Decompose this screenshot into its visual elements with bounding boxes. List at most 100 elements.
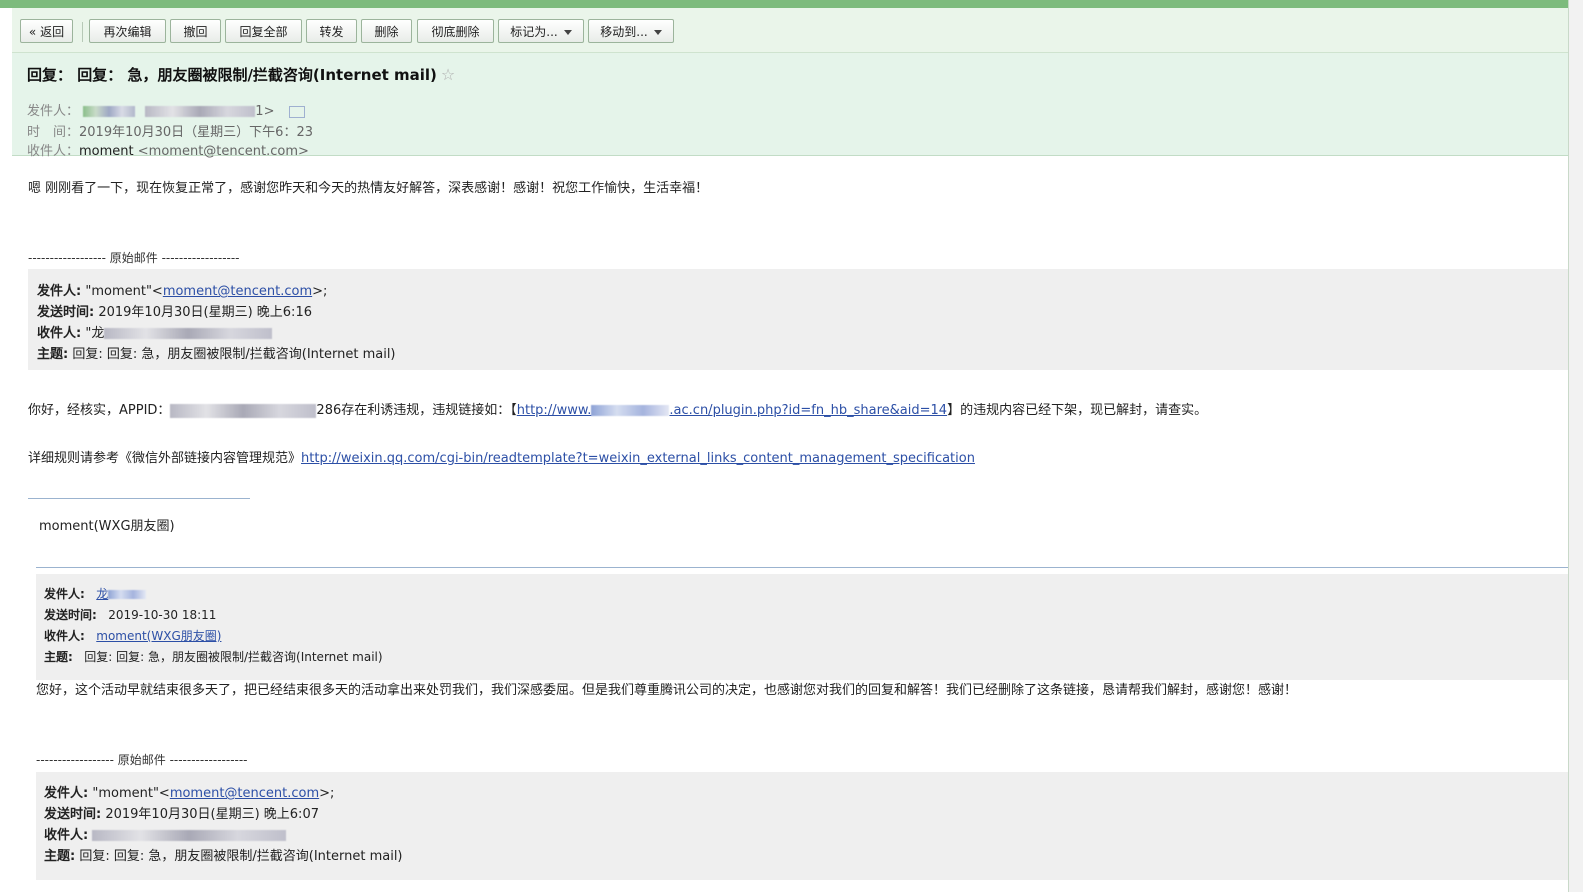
delete-button-label: 删除 [374, 25, 399, 39]
to-row: 收件人：moment <moment@tencent.com> [27, 140, 309, 159]
to-name[interactable]: moment [79, 144, 134, 159]
quote2-subject: 主题: 回复: 回复: 急，朋友圈被限制/拦截咨询(Internet mail) [44, 648, 383, 665]
quote3-sent-label: 发送时间: [44, 807, 102, 822]
quote3-from-name: "moment"< [92, 786, 170, 801]
mark-as-label: 标记为... [510, 25, 558, 39]
quote3-sent: 发送时间: 2019年10月30日(星期三) 晚上6:07 [44, 803, 319, 822]
redacted-recipient [104, 328, 273, 339]
quote3-sent-value: 2019年10月30日(星期三) 晚上6:07 [105, 807, 319, 822]
redacted-sender [108, 590, 147, 599]
quote2-to-link[interactable]: moment(WXG朋友圈) [96, 629, 221, 643]
back-button-label: « 返回 [28, 25, 65, 39]
quote1-subject-value: 回复: 回复: 急，朋友圈被限制/拦截咨询(Internet mail) [72, 347, 396, 362]
quote2-from: 发件人: 龙 [44, 585, 147, 602]
from-label: 发件人： [27, 104, 80, 119]
move-to-dropdown[interactable]: 移动到... [588, 19, 674, 43]
from-tail: 1> [255, 104, 275, 119]
chevron-down-icon [563, 30, 572, 35]
quote1-sent: 发送时间: 2019年10月30日(星期三) 晚上6:16 [37, 301, 312, 320]
delete-permanently-button-label: 彻底删除 [431, 25, 480, 39]
quote3-from: 发件人: "moment"<moment@tencent.com>; [44, 782, 334, 801]
redacted-sender-name [83, 106, 136, 117]
quote1-from-name: "moment"< [85, 284, 163, 299]
paragraph-complaint: 您好，这个活动早就结束很多天了，把已经结束很多天的活动拿出来处罚我们，我们深感委… [36, 683, 1298, 698]
chevron-down-icon [653, 30, 662, 35]
recall-button[interactable]: 撤回 [170, 19, 221, 43]
quote1-from-label: 发件人: [37, 284, 82, 299]
redacted-appid [170, 403, 317, 418]
reply-all-button[interactable]: 回复全部 [225, 19, 302, 43]
violation-link-part-b: .ac.cn/plugin.php?id=fn_hb_share&aid=14 [669, 403, 948, 418]
mail-subject: 回复： 回复： 急，朋友圈被限制/拦截咨询(Internet mail) ☆ [27, 64, 455, 85]
quote1-to-prefix: "龙 [85, 326, 105, 341]
quote1-from-email-link[interactable]: moment@tencent.com [163, 284, 312, 299]
quote3-from-email-link[interactable]: moment@tencent.com [170, 786, 319, 801]
quote3-subject: 主题: 回复: 回复: 急，朋友圈被限制/拦截咨询(Internet mail) [44, 845, 403, 864]
redacted-sender-address [145, 106, 256, 117]
time-label: 时 间： [27, 125, 80, 140]
violation-link[interactable]: http://www. .ac.cn/plugin.php?id=fn_hb_sh… [517, 403, 947, 418]
reedit-button-label: 再次编辑 [103, 25, 152, 39]
from-row: 发件人： 1> [27, 100, 305, 119]
quoted-header-3: 发件人: "moment"<moment@tencent.com>; 发送时间:… [36, 772, 1568, 880]
quote1-subject: 主题: 回复: 回复: 急，朋友圈被限制/拦截咨询(Internet mail) [37, 343, 396, 362]
recall-button-label: 撤回 [183, 25, 208, 39]
forward-button[interactable]: 转发 [306, 19, 357, 43]
paragraph-violation: 你好，经核实，APPID： 286存在利诱违规，违规链接如：【http://www… [28, 399, 1207, 418]
quote2-from-link-text: 龙 [96, 587, 109, 601]
window-top-border [0, 0, 1583, 8]
p2-prefix: 详细规则请参考《微信外部链接内容管理规范》 [28, 451, 302, 466]
delete-button[interactable]: 删除 [361, 19, 412, 43]
quote1-to: 收件人: "龙 [37, 322, 273, 341]
reply-text: 嗯 刚刚看了一下，现在恢复正常了，感谢您昨天和今天的热情友好解答，深表感谢！感谢… [28, 181, 709, 196]
delete-permanently-button[interactable]: 彻底删除 [417, 19, 494, 43]
original-mail-separator-2: ------------------ 原始邮件 ----------------… [36, 753, 248, 767]
to-address: <moment@tencent.com> [137, 144, 309, 159]
quote2-from-label: 发件人: [44, 587, 85, 601]
time-row: 时 间：2019年10月30日（星期三）下午6：23 [27, 121, 313, 140]
quoted-header-2: 发件人: 龙 发送时间: 2019-10-30 18:11 收件人: momen… [36, 574, 1568, 680]
quote1-sent-label: 发送时间: [37, 305, 95, 320]
quote1-subject-label: 主题: [37, 347, 69, 362]
original-mail-separator: ------------------ 原始邮件 ----------------… [28, 251, 240, 265]
quote3-to-label: 收件人: [44, 828, 89, 843]
quote2-to-label: 收件人: [44, 629, 85, 643]
mail-header: 回复： 回复： 急，朋友圈被限制/拦截咨询(Internet mail) ☆ 发件… [12, 53, 1568, 159]
p1-prefix: 你好，经核实，APPID： [28, 403, 171, 418]
quote2-sent-label: 发送时间: [44, 608, 97, 622]
toolbar: « 返回 再次编辑 撤回 回复全部 转发 删除 彻底删除 标记为... 移动到.… [12, 8, 1568, 53]
rules-link[interactable]: http://weixin.qq.com/cgi-bin/readtemplat… [301, 451, 975, 466]
reedit-button[interactable]: 再次编辑 [89, 19, 166, 43]
scrollbar[interactable] [1568, 0, 1583, 892]
p1-suffix: 】的违规内容已经下架，现已解封，请查实。 [947, 403, 1208, 418]
contact-card-icon[interactable] [288, 105, 305, 118]
mark-as-dropdown[interactable]: 标记为... [498, 19, 584, 43]
quote2-subject-value: 回复: 回复: 急，朋友圈被限制/拦截咨询(Internet mail) [84, 650, 383, 664]
quote1-from-tail: >; [312, 284, 328, 299]
signature: moment(WXG朋友圈) [39, 519, 175, 534]
quote3-from-tail: >; [319, 786, 335, 801]
quote3-from-label: 发件人: [44, 786, 89, 801]
p1-mid: 286存在利诱违规，违规链接如：【 [316, 403, 517, 418]
mail-read-view: « 返回 再次编辑 撤回 回复全部 转发 删除 彻底删除 标记为... 移动到.… [12, 8, 1568, 892]
back-button[interactable]: « 返回 [20, 19, 73, 43]
redacted-recipient [92, 830, 287, 841]
quote2-to: 收件人: moment(WXG朋友圈) [44, 627, 221, 644]
quote2-sent: 发送时间: 2019-10-30 18:11 [44, 606, 216, 623]
subject-text: 回复： 回复： 急，朋友圈被限制/拦截咨询(Internet mail) [27, 66, 437, 84]
reply-all-button-label: 回复全部 [239, 25, 288, 39]
quote2-sent-value: 2019-10-30 18:11 [108, 608, 217, 622]
quote1-sent-value: 2019年10月30日(星期三) 晚上6:16 [98, 305, 312, 320]
forward-button-label: 转发 [319, 25, 344, 39]
toolbar-divider [82, 22, 83, 42]
to-label: 收件人： [27, 144, 80, 159]
quote2-from-link[interactable]: 龙 [96, 587, 147, 601]
quote-divider [36, 567, 1568, 568]
violation-link-part-a: http://www. [516, 403, 592, 418]
quote3-subject-value: 回复: 回复: 急，朋友圈被限制/拦截咨询(Internet mail) [79, 849, 403, 864]
paragraph-rules: 详细规则请参考《微信外部链接内容管理规范》http://weixin.qq.co… [28, 447, 975, 466]
quote2-subject-label: 主题: [44, 650, 73, 664]
quote3-to: 收件人: [44, 824, 287, 843]
star-icon[interactable]: ☆ [441, 65, 455, 84]
quote3-subject-label: 主题: [44, 849, 76, 864]
